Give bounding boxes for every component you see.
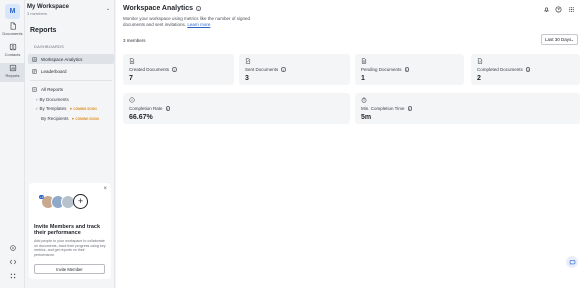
main-content: Workspace Analytics i Monitor your works… — [116, 0, 588, 288]
leaderboard-icon — [32, 68, 37, 74]
sidebar-item-all-reports[interactable]: All Reports — [28, 84, 114, 94]
page-description: Monitor your workspace using metrics lik… — [123, 16, 263, 28]
invite-description: Add people to your workspace to collabor… — [34, 239, 106, 258]
chevron-right-icon: › — [36, 97, 38, 102]
bell-icon[interactable] — [543, 6, 550, 13]
rail-item-contacts[interactable]: Contacts — [0, 42, 25, 61]
document-check-icon — [477, 58, 483, 64]
document-icon — [10, 22, 16, 30]
invite-title: Invite Members and track their performan… — [34, 224, 101, 237]
sub-item-by-documents[interactable]: › By Documents — [36, 97, 69, 102]
info-icon[interactable]: i — [165, 106, 171, 111]
stat-value: 1 — [361, 75, 365, 82]
info-icon[interactable]: i — [172, 67, 177, 72]
chevron-down-icon[interactable]: ⌄ — [106, 6, 110, 12]
dashboards-section-label: DASHBOARDS — [34, 44, 65, 49]
reports-icon — [9, 64, 16, 72]
stat-label: Completed Documents i — [477, 67, 531, 72]
member-faces-illustration: +3 + — [39, 194, 91, 212]
grid-icon[interactable] — [8, 271, 17, 280]
rail-label-documents: Documents — [2, 31, 23, 36]
apps-grid-icon[interactable] — [568, 6, 575, 13]
sidebar-item-leaderboard[interactable]: Leaderboard — [28, 66, 114, 76]
stat-value: 3 — [245, 75, 249, 82]
page-title-text: Workspace Analytics — [123, 5, 194, 12]
info-icon[interactable]: i — [196, 6, 201, 11]
timer-icon — [361, 97, 367, 103]
date-range-select[interactable]: Last 30 Days ⌄ — [541, 34, 578, 45]
workspace-name[interactable]: My Workspace — [27, 4, 69, 10]
code-icon[interactable] — [8, 257, 17, 266]
info-icon[interactable]: i — [404, 67, 410, 72]
stat-value: 66.67% — [129, 114, 153, 121]
stat-card-completed: Completed Documents i 2 — [471, 54, 580, 85]
rocket-icon: ⚑ — [69, 106, 73, 111]
sub-item-by-recipients[interactable]: By Recipients ⚑ COMING SOON — [41, 116, 99, 121]
stat-label: Min. Completion Time i — [361, 106, 413, 111]
coming-soon-badge: ⚑ COMING SOON — [69, 106, 97, 111]
workspace-members: 3 members — [27, 11, 48, 16]
members-count: 3 members — [123, 38, 146, 43]
icon-rail: M Documents Contacts Reports — [0, 0, 25, 288]
sidebar-item-label: Leaderboard — [41, 68, 67, 74]
sidebar-divider — [30, 80, 112, 81]
stat-value: 7 — [129, 75, 133, 82]
stat-card-completion-rate: Completion Rate i 66.67% — [123, 93, 350, 124]
stat-value: 2 — [477, 75, 481, 82]
check-circle-icon — [129, 97, 135, 103]
chevron-down-icon: ⌄ — [570, 37, 574, 42]
sub-item-label: By Templates — [39, 106, 67, 111]
analytics-icon — [32, 56, 37, 62]
settings-icon[interactable] — [8, 243, 17, 252]
chevron-right-icon: › — [36, 106, 38, 111]
sub-item-label: By Documents — [39, 97, 69, 102]
chat-support-icon[interactable] — [566, 256, 578, 268]
invite-members-card: × +3 + Invite Members and track their pe… — [29, 183, 111, 279]
rail-item-reports[interactable]: Reports — [0, 63, 25, 82]
document-plus-icon — [129, 58, 135, 64]
stat-card-pending: Pending Documents i 1 — [355, 54, 464, 85]
stat-card-min-completion-time: Min. Completion Time i 5m — [355, 93, 580, 124]
stat-value: 5m — [361, 114, 372, 121]
stat-label: Sent Documents i — [245, 67, 286, 72]
info-icon[interactable]: i — [407, 106, 413, 111]
stat-card-sent: Sent Documents i 3 — [239, 54, 350, 85]
sub-item-label: By Recipients — [41, 116, 69, 121]
learn-more-link[interactable]: Learn more — [187, 22, 210, 27]
invite-member-button[interactable]: Invite Member — [34, 264, 105, 274]
app-root: M Documents Contacts Reports My Workspac… — [0, 0, 588, 288]
help-icon[interactable] — [555, 6, 562, 13]
info-icon[interactable]: i — [281, 67, 286, 72]
stat-card-created: Created Documents i 7 — [123, 54, 234, 85]
rail-label-contacts: Contacts — [4, 52, 21, 57]
stat-label: Completion Rate i — [129, 106, 171, 111]
sidebar-title: Reports — [30, 27, 57, 34]
rail-item-documents[interactable]: Documents — [0, 21, 25, 40]
plus-icon: + — [73, 194, 88, 209]
coming-soon-badge: ⚑ COMING SOON — [71, 116, 99, 121]
sidebar-item-workspace-analytics[interactable]: Workspace Analytics — [28, 54, 114, 64]
stat-label: Pending Documents i — [361, 67, 410, 72]
close-icon[interactable]: × — [103, 186, 107, 192]
stat-label: Created Documents i — [129, 67, 177, 72]
info-icon[interactable]: i — [525, 67, 531, 72]
rail-label-reports: Reports — [5, 73, 20, 78]
date-range-value: Last 30 Days — [545, 37, 572, 42]
contacts-icon — [9, 43, 16, 51]
workspace-avatar[interactable]: M — [5, 4, 20, 19]
sidebar-item-label: All Reports — [41, 86, 64, 92]
rocket-icon: ⚑ — [71, 116, 75, 121]
send-icon — [245, 58, 251, 64]
hourglass-icon — [361, 58, 367, 64]
sub-item-by-templates[interactable]: › By Templates ⚑ COMING SOON — [36, 106, 97, 111]
sidebar-item-label: Workspace Analytics — [41, 56, 83, 62]
page-title: Workspace Analytics i — [123, 5, 201, 12]
all-reports-icon — [32, 86, 37, 92]
